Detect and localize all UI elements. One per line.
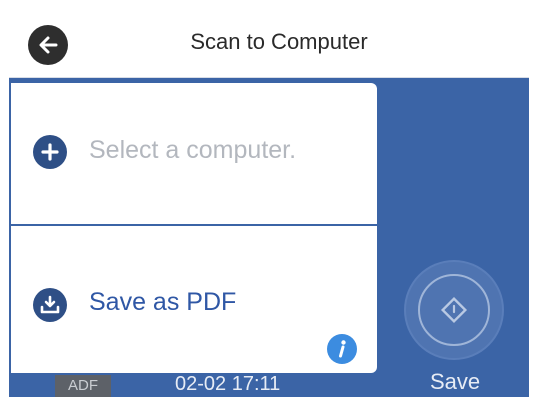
save-as-pdf-option[interactable]: Save as PDF: [11, 226, 377, 373]
date-time-display: 02-02 17:11: [175, 373, 281, 395]
save-as-pdf-label: Save as PDF: [89, 288, 237, 316]
start-save-button[interactable]: [406, 262, 502, 358]
page-title: Scan to Computer: [190, 29, 368, 54]
start-button-ring: [418, 274, 490, 346]
select-computer-label: Select a computer.: [89, 136, 297, 164]
select-computer-option[interactable]: Select a computer.: [11, 83, 377, 226]
header-bar: Scan to Computer: [9, 9, 529, 78]
diamond-start-icon: [440, 296, 468, 324]
back-button[interactable]: [28, 25, 68, 65]
plus-circle-icon: [33, 135, 67, 169]
arrow-left-icon: [39, 36, 58, 54]
save-button-label: Save: [430, 369, 481, 394]
download-tray-icon: [33, 288, 67, 322]
printer-screen: Scan to Computer Select a computer. Save…: [9, 9, 529, 397]
adf-status-badge: ADF: [55, 375, 111, 397]
info-icon[interactable]: [327, 334, 357, 364]
options-panel: Select a computer. Save as PDF: [11, 83, 377, 373]
